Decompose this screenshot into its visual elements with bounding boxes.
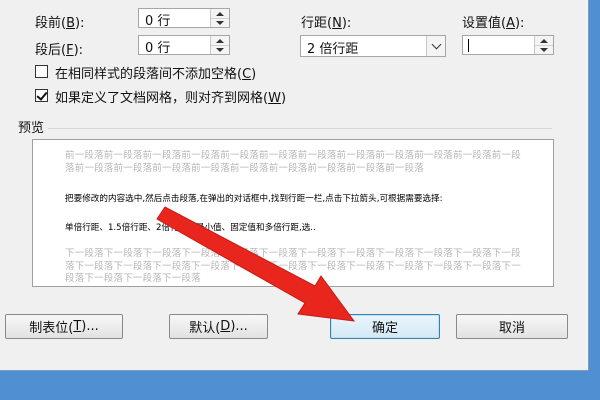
spin-down-icon[interactable] — [211, 45, 229, 54]
before-spacing-stepper[interactable]: 0 行 — [138, 8, 230, 29]
preview-current-line-1: 把要修改的内容选中,然后点击段落,在弹出的对话框中,找到行距一栏,点击下拉箭头,… — [65, 194, 443, 204]
setting-value-arrows[interactable] — [534, 36, 553, 54]
line-spacing-select[interactable]: 2 倍行距 — [300, 35, 446, 57]
line-spacing-selected[interactable]: 2 倍行距 — [307, 38, 358, 57]
before-spacing-label: 段前(B): — [35, 16, 85, 31]
preview-separator — [48, 128, 552, 129]
after-spacing-arrows[interactable] — [210, 36, 229, 54]
paragraph-dialog: 段前(B): 0 行 行距(N): 设置值(A): 段后(F): 0 行 2 倍… — [0, 0, 589, 371]
after-spacing-stepper[interactable]: 0 行 — [138, 35, 230, 56]
cancel-button[interactable]: 取消 — [456, 314, 568, 339]
checkbox-checked-icon — [36, 89, 48, 101]
setting-value-stepper[interactable] — [462, 35, 554, 55]
preview-title: 预览 — [18, 121, 45, 136]
setting-value-label: 设置值(A): — [462, 16, 525, 31]
spin-down-icon[interactable] — [535, 45, 553, 54]
no-space-label[interactable]: 在相同样式的段落间不添加空格(C) — [55, 63, 256, 82]
line-spacing-label: 行距(N): — [301, 16, 352, 31]
default-button[interactable]: 默认(D)... — [169, 314, 268, 339]
tabs-button[interactable]: 制表位(T)... — [5, 314, 123, 339]
after-spacing-value[interactable]: 0 行 — [145, 37, 170, 56]
before-spacing-value[interactable]: 0 行 — [145, 10, 170, 29]
ok-button[interactable]: 确定 — [330, 314, 440, 339]
spin-down-icon[interactable] — [211, 18, 229, 27]
preview-next-paragraph: 下一段落下一段落下一段落下一段落下一段落下一段落下一段落下一段落下一段落下一段落… — [65, 248, 521, 284]
before-spacing-arrows[interactable] — [210, 9, 229, 27]
after-spacing-label: 段后(F): — [35, 43, 84, 58]
snap-grid-checkbox[interactable] — [35, 89, 48, 102]
text-caret — [468, 39, 469, 52]
no-space-checkbox[interactable] — [35, 65, 48, 78]
preview-previous-paragraph: 前一段落前一段落前一段落前一段落前一段落前一段落前一段落前一段落前一段落前一段落… — [65, 150, 521, 174]
preview-current-line-2: 单倍行距、1.5倍行距、2倍行距、最小值、固定值和多倍行距,选.. — [65, 223, 316, 233]
snap-grid-label[interactable]: 如果定义了文档网格，则对齐到网格(W) — [55, 87, 286, 106]
preview-box: 前一段落前一段落前一段落前一段落前一段落前一段落前一段落前一段落前一段落前一段落… — [32, 139, 554, 287]
dropdown-chevron-icon[interactable] — [426, 36, 445, 56]
